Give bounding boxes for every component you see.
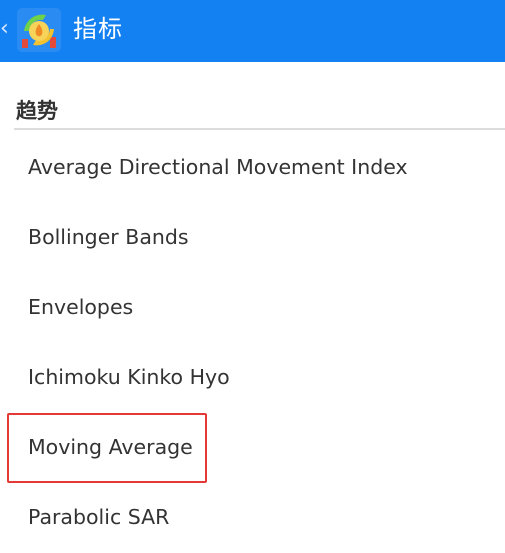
page-title: 指标 xyxy=(73,15,123,43)
list-item-label: Average Directional Movement Index xyxy=(28,155,408,179)
list-item-ichimoku-kinko-hyo[interactable]: Ichimoku Kinko Hyo xyxy=(0,343,505,413)
indicator-list: Average Directional Movement Index Bolli… xyxy=(0,133,505,553)
list-item-envelopes[interactable]: Envelopes xyxy=(0,273,505,343)
list-item-bollinger-bands[interactable]: Bollinger Bands xyxy=(0,203,505,273)
list-item-label: Envelopes xyxy=(28,295,134,319)
section-divider xyxy=(14,128,505,130)
highlight-box xyxy=(7,413,207,483)
list-item-parabolic-sar[interactable]: Parabolic SAR xyxy=(0,483,505,553)
list-item-average-directional-movement-index[interactable]: Average Directional Movement Index xyxy=(0,133,505,203)
back-button[interactable]: ‹ xyxy=(0,0,70,62)
app-bar: ‹ 指标 xyxy=(0,0,505,62)
chevron-left-icon: ‹ xyxy=(0,16,9,41)
list-item-label: Ichimoku Kinko Hyo xyxy=(28,365,230,389)
section-header-trend: 趋势 xyxy=(16,99,58,123)
list-item-label: Bollinger Bands xyxy=(28,225,189,249)
metatrader-app-icon xyxy=(17,8,61,52)
list-item-label: Parabolic SAR xyxy=(28,505,170,529)
